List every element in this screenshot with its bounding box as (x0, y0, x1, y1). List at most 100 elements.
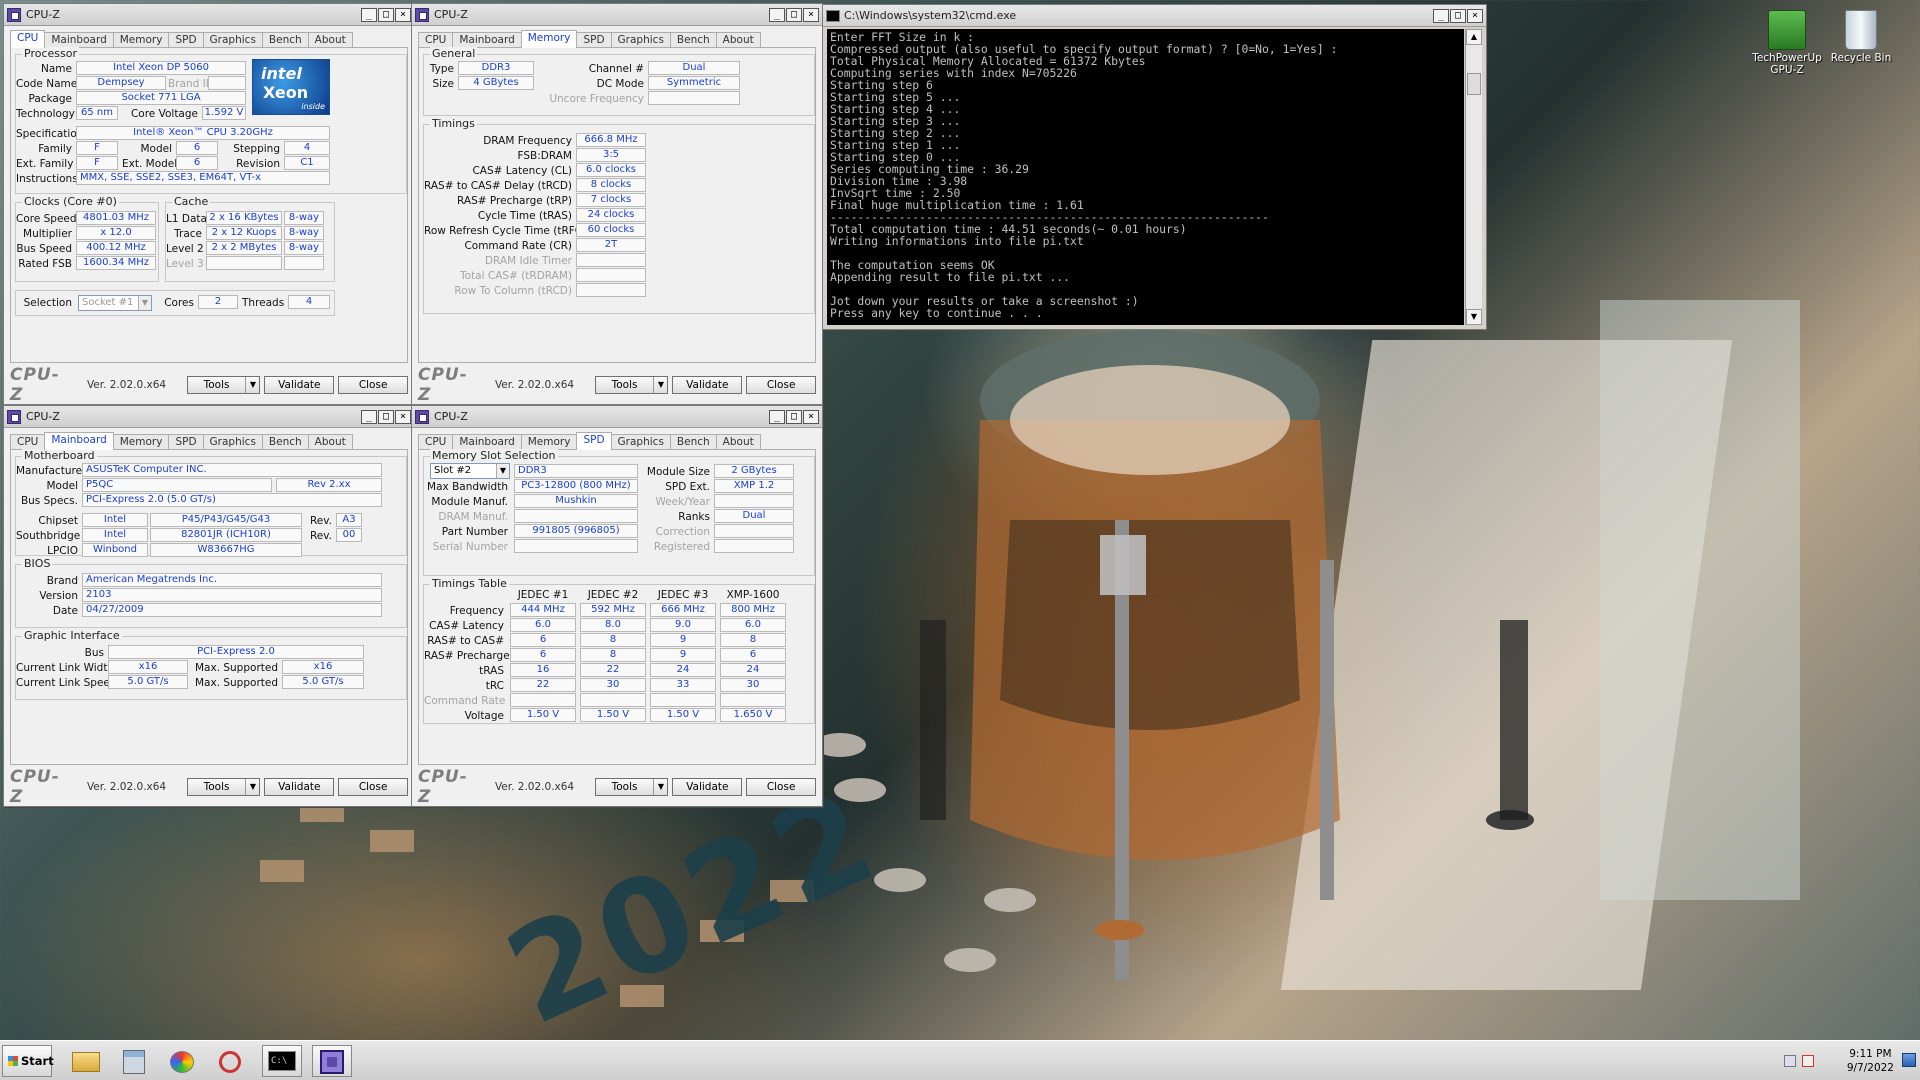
console-output[interactable]: Enter FFT Size in k : Compressed output (… (827, 29, 1464, 325)
timings-cell: 8 (720, 633, 786, 647)
taskbar-snipping-tool[interactable] (210, 1045, 250, 1077)
tab-bench[interactable]: Bench (669, 434, 717, 450)
minimize-button[interactable]: _ (1433, 8, 1449, 23)
taskbar-calculator[interactable] (114, 1045, 154, 1077)
timings-cell: 6 (510, 633, 576, 647)
taskbar-explorer[interactable] (66, 1045, 106, 1077)
tab-cpu[interactable]: CPU (10, 30, 46, 48)
socket-select[interactable]: Socket #1 ▼ (78, 295, 152, 311)
cmd-window[interactable]: C:\Windows\system32\cmd.exe _ □ × Enter FF… (822, 4, 1487, 330)
validate-button[interactable]: Validate (672, 376, 743, 394)
tools-button[interactable]: Tools ▼ (186, 376, 261, 394)
validate-button[interactable]: Validate (264, 376, 335, 394)
scroll-down-icon[interactable]: ▼ (1466, 309, 1482, 325)
start-button[interactable]: Start (2, 1045, 54, 1077)
title-bar[interactable]: C:\Windows\system32\cmd.exe _ □ × (823, 5, 1486, 27)
tab-mainboard[interactable]: Mainboard (452, 32, 522, 48)
minimize-button[interactable]: _ (361, 7, 377, 22)
vertical-scrollbar[interactable]: ▲ ▼ (1465, 29, 1482, 325)
chipset-label: Chipset (38, 515, 78, 527)
close-button[interactable]: Close (338, 778, 409, 796)
channel-label: Channel # (588, 63, 644, 75)
tab-about[interactable]: About (715, 434, 761, 450)
instructions-label: Instructions (16, 173, 78, 185)
cpuz-brand: CPU-Z (418, 767, 468, 807)
ext-family-label: Ext. Family (16, 158, 74, 170)
tab-mainboard[interactable]: Mainboard (44, 32, 114, 48)
cpuz-window-cpu[interactable]: CPU-Z _ □ × CPU Mainboard Memory SPD Graphics B… (3, 3, 415, 405)
timings-cell: 6.0 (720, 618, 786, 632)
maximize-button[interactable]: □ (378, 7, 394, 22)
timing-value: 3:5 (576, 148, 646, 162)
title-bar[interactable]: CPU-Z _ □ × (412, 4, 822, 26)
tab-about[interactable]: About (307, 434, 353, 450)
tab-mainboard[interactable]: Mainboard (452, 434, 522, 450)
show-desktop-button[interactable] (1902, 1053, 1916, 1067)
tab-spd[interactable]: SPD (576, 32, 612, 48)
tab-about[interactable]: About (715, 32, 761, 48)
taskbar-cpuz[interactable] (312, 1045, 352, 1077)
timing-value: 6.0 clocks (576, 163, 646, 177)
maximize-button[interactable]: □ (786, 7, 802, 22)
maximize-button[interactable]: □ (378, 409, 394, 424)
tab-spd[interactable]: SPD (168, 32, 204, 48)
close-window-button[interactable]: × (803, 7, 819, 22)
scroll-up-icon[interactable]: ▲ (1466, 29, 1482, 45)
tab-cpu[interactable]: CPU (10, 434, 46, 450)
cpuz-window-memory[interactable]: CPU-Z _ □ × CPU Mainboard Memory SPD Graphics B… (411, 3, 823, 405)
close-window-button[interactable]: × (395, 409, 411, 424)
cpuz-window-mainboard[interactable]: CPU-Z _ □ × CPU Mainboard Memory SPD Graphics B… (3, 405, 415, 807)
tab-graphics[interactable]: Graphics (610, 32, 671, 48)
taskbar-paint[interactable] (162, 1045, 202, 1077)
close-button[interactable]: Close (746, 376, 817, 394)
tab-bench[interactable]: Bench (261, 434, 309, 450)
cpu-name-value: Intel Xeon DP 5060 (76, 61, 246, 75)
tab-graphics[interactable]: Graphics (202, 434, 263, 450)
minimize-button[interactable]: _ (361, 409, 377, 424)
title-bar[interactable]: CPU-Z _ □ × (4, 4, 414, 26)
tab-graphics[interactable]: Graphics (610, 434, 671, 450)
desktop-icon-recycle-bin[interactable]: Recycle Bin (1826, 10, 1896, 64)
timing-label: DRAM Frequency (483, 135, 572, 147)
close-button[interactable]: Close (338, 376, 409, 394)
bus-speed-value: 400.12 MHz (76, 241, 156, 255)
tab-about[interactable]: About (307, 32, 353, 48)
maximize-button[interactable]: □ (786, 409, 802, 424)
tab-memory[interactable]: Memory (520, 434, 578, 450)
tab-memory[interactable]: Memory (112, 32, 170, 48)
network-icon[interactable] (1784, 1055, 1796, 1067)
tab-memory[interactable]: Memory (112, 434, 170, 450)
tab-cpu[interactable]: CPU (418, 32, 454, 48)
close-window-button[interactable]: × (1467, 8, 1483, 23)
clock[interactable]: 9:11 PM 9/7/2022 (1847, 1047, 1894, 1075)
close-window-button[interactable]: × (395, 7, 411, 22)
tab-memory[interactable]: Memory (520, 30, 578, 48)
title-bar[interactable]: CPU-Z _ □ × (412, 406, 822, 428)
close-button[interactable]: Close (746, 778, 817, 796)
minimize-button[interactable]: _ (769, 7, 785, 22)
tab-spd[interactable]: SPD (576, 432, 612, 450)
tab-bench[interactable]: Bench (261, 32, 309, 48)
desktop-icon-gpuz[interactable]: TechPowerUp GPU-Z (1752, 10, 1822, 76)
slot-select[interactable]: Slot #2 ▼ (430, 463, 510, 479)
taskbar-cmd[interactable]: C:\ (262, 1045, 302, 1077)
minimize-button[interactable]: _ (769, 409, 785, 424)
tab-mainboard[interactable]: Mainboard (44, 432, 114, 450)
volume-icon[interactable] (1802, 1055, 1814, 1067)
tab-cpu[interactable]: CPU (418, 434, 454, 450)
validate-button[interactable]: Validate (264, 778, 335, 796)
cpuz-window-spd[interactable]: CPU-Z _ □ × CPU Mainboard Memory SPD Graphics B… (411, 405, 823, 807)
scroll-thumb[interactable] (1467, 73, 1481, 95)
tools-button[interactable]: Tools ▼ (186, 778, 261, 796)
maximize-button[interactable]: □ (1450, 8, 1466, 23)
validate-button[interactable]: Validate (672, 778, 743, 796)
tab-spd[interactable]: SPD (168, 434, 204, 450)
tools-button[interactable]: Tools ▼ (594, 778, 669, 796)
ranks-label: Ranks (678, 511, 710, 523)
tab-bench[interactable]: Bench (669, 32, 717, 48)
close-window-button[interactable]: × (803, 409, 819, 424)
specification-value: Intel® Xeon™ CPU 3.20GHz (76, 126, 330, 140)
title-bar[interactable]: CPU-Z _ □ × (4, 406, 414, 428)
tools-button[interactable]: Tools ▼ (594, 376, 669, 394)
tab-graphics[interactable]: Graphics (202, 32, 263, 48)
